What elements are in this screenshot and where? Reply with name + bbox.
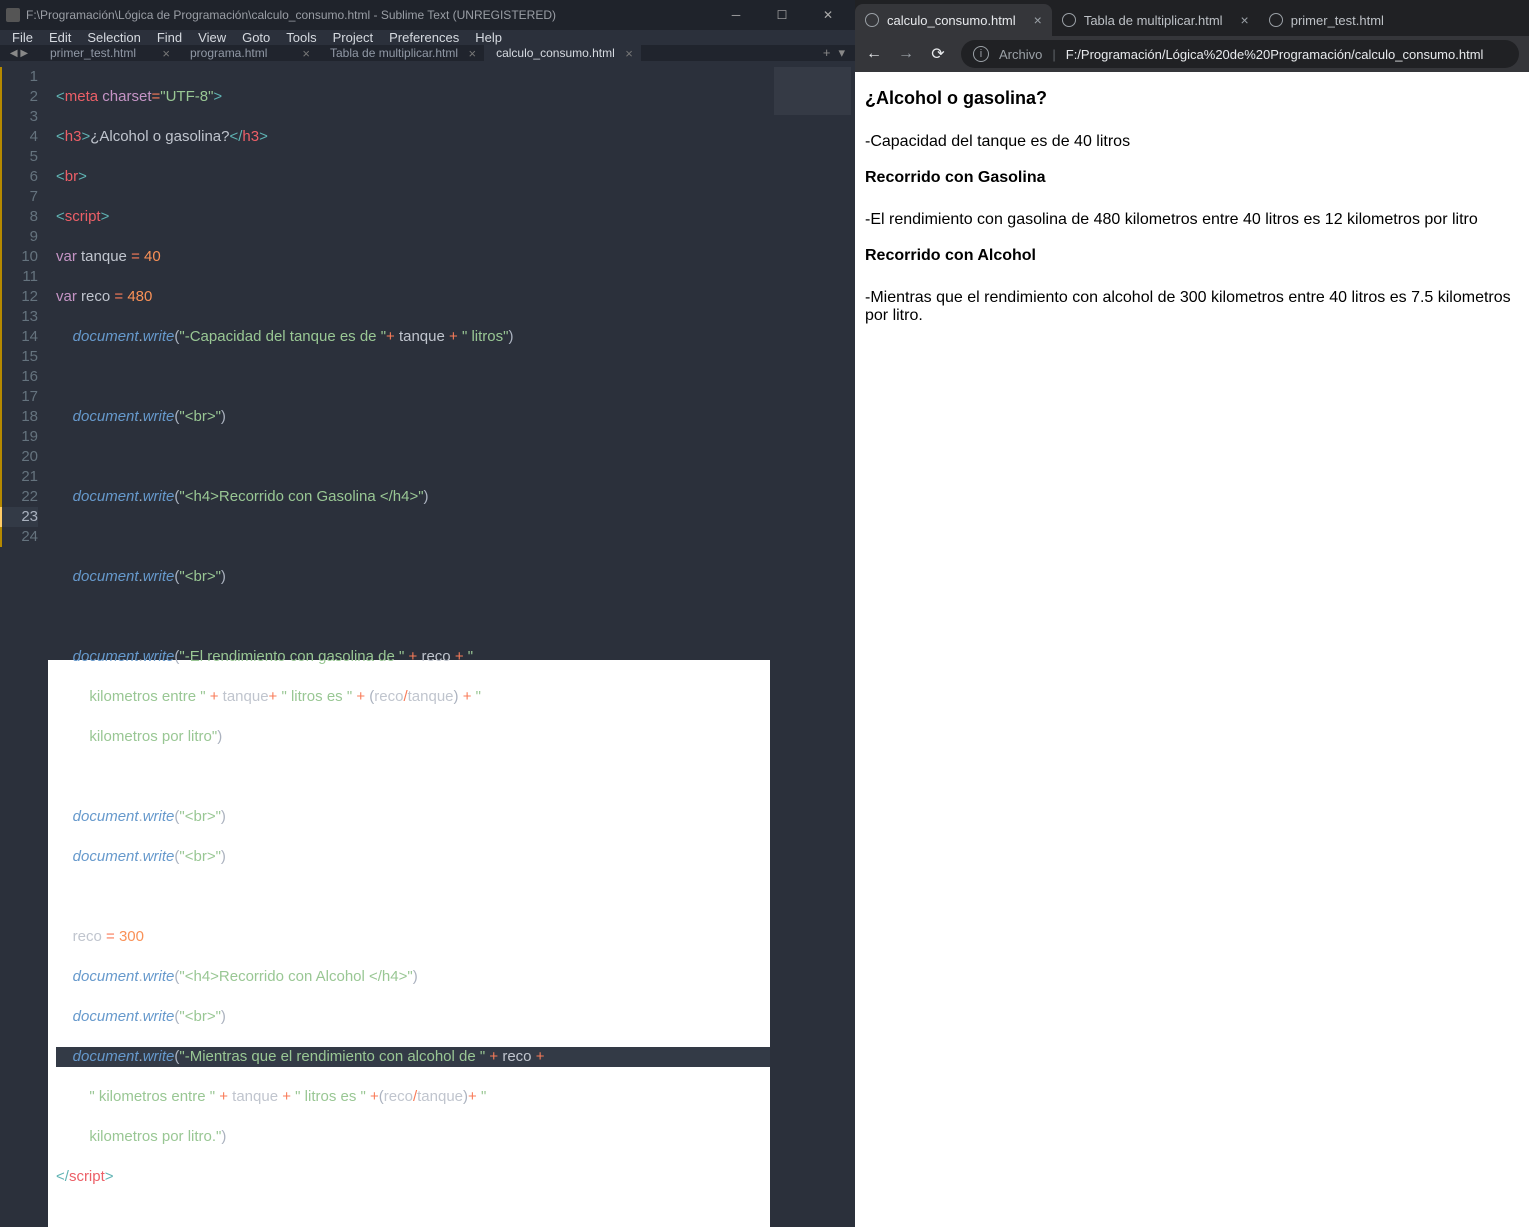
page-text: -El rendimiento con gasolina de 480 kilo… [865, 211, 1519, 229]
menu-view[interactable]: View [190, 30, 234, 45]
reload-button[interactable]: ⟳ [929, 44, 947, 64]
line-gutter[interactable]: 12345 678910 1112131415 1617181920 21222… [0, 61, 48, 1227]
globe-icon [1062, 13, 1076, 27]
menu-file[interactable]: File [4, 30, 41, 45]
menu-preferences[interactable]: Preferences [381, 30, 467, 45]
minimize-button[interactable]: ─ [713, 0, 759, 30]
page-text: -Mientras que el rendimiento con alcohol… [865, 289, 1519, 325]
forward-button[interactable]: → [897, 45, 915, 63]
menu-help[interactable]: Help [467, 30, 510, 45]
address-bar[interactable]: i Archivo | F:/Programación/Lógica%20de%… [961, 40, 1519, 68]
menu-selection[interactable]: Selection [79, 30, 148, 45]
chrome-window: calculo_consumo.html × Tabla de multipli… [855, 0, 1529, 660]
menu-goto[interactable]: Goto [234, 30, 278, 45]
section-heading-alcohol: Recorrido con Alcohol [865, 247, 1519, 265]
tab-label: primer_test.html [1291, 13, 1384, 28]
url-path: F:/Programación/Lógica%20de%20Programaci… [1066, 47, 1484, 62]
globe-icon [865, 13, 879, 27]
browser-toolbar: ← → ⟳ i Archivo | F:/Programación/Lógica… [855, 36, 1529, 72]
back-button[interactable]: ← [865, 45, 883, 63]
menu-tools[interactable]: Tools [278, 30, 324, 45]
page-text: -Capacidad del tanque es de 40 litros [865, 133, 1519, 151]
close-icon[interactable]: × [162, 46, 170, 61]
minimap[interactable] [770, 61, 855, 1227]
close-icon[interactable]: × [468, 46, 476, 61]
sublime-window: F:\Programación\Lógica de Programación\c… [0, 0, 855, 660]
editor: 12345 678910 1112131415 1617181920 21222… [0, 61, 855, 1227]
editor-tab-primer[interactable]: primer_test.html× [38, 45, 178, 61]
page-title: ¿Alcohol o gasolina? [865, 88, 1519, 109]
browser-tab-tabla[interactable]: Tabla de multiplicar.html × [1052, 4, 1259, 36]
site-info-icon[interactable]: i [973, 46, 989, 62]
menu-find[interactable]: Find [149, 30, 190, 45]
close-button[interactable]: ✕ [805, 0, 851, 30]
modified-indicator [0, 67, 2, 547]
maximize-button[interactable]: ☐ [759, 0, 805, 30]
browser-tab-primer[interactable]: primer_test.html [1259, 4, 1394, 36]
current-line-indicator [0, 507, 2, 527]
menubar: File Edit Selection Find View Goto Tools… [0, 30, 855, 45]
editor-tab-tabla[interactable]: Tabla de multiplicar.html× [318, 45, 484, 61]
browser-tabbar: calculo_consumo.html × Tabla de multipli… [855, 0, 1529, 36]
menu-edit[interactable]: Edit [41, 30, 79, 45]
close-icon[interactable]: × [1241, 12, 1249, 28]
tab-label: calculo_consumo.html [887, 13, 1016, 28]
browser-tab-calculo[interactable]: calculo_consumo.html × [855, 4, 1052, 36]
new-tab-button[interactable]: + [823, 45, 831, 61]
tab-history-nav[interactable]: ◀ ▶ [0, 45, 38, 61]
editor-tab-programa[interactable]: programa.html× [178, 45, 318, 61]
titlebar[interactable]: F:\Programación\Lógica de Programación\c… [0, 0, 855, 30]
url-scheme-label: Archivo [999, 47, 1042, 62]
tab-overflow-button[interactable]: ▾ [838, 45, 845, 61]
section-heading-gasolina: Recorrido con Gasolina [865, 169, 1519, 187]
tab-label: Tabla de multiplicar.html [1084, 13, 1223, 28]
window-title: F:\Programación\Lógica de Programación\c… [26, 8, 556, 22]
globe-icon [1269, 13, 1283, 27]
editor-tabbar: ◀ ▶ primer_test.html× programa.html× Tab… [0, 45, 855, 61]
editor-tab-calculo[interactable]: calculo_consumo.html× [484, 45, 641, 61]
code-area[interactable]: <meta charset="UTF-8"> <h3>¿Alcohol o ga… [48, 61, 770, 1227]
rendered-page: ¿Alcohol o gasolina? -Capacidad del tanq… [855, 72, 1529, 660]
close-icon[interactable]: × [625, 46, 633, 61]
close-icon[interactable]: × [302, 46, 310, 61]
menu-project[interactable]: Project [325, 30, 381, 45]
close-icon[interactable]: × [1034, 12, 1042, 28]
app-icon [6, 8, 20, 22]
minimap-viewport[interactable] [774, 67, 851, 115]
